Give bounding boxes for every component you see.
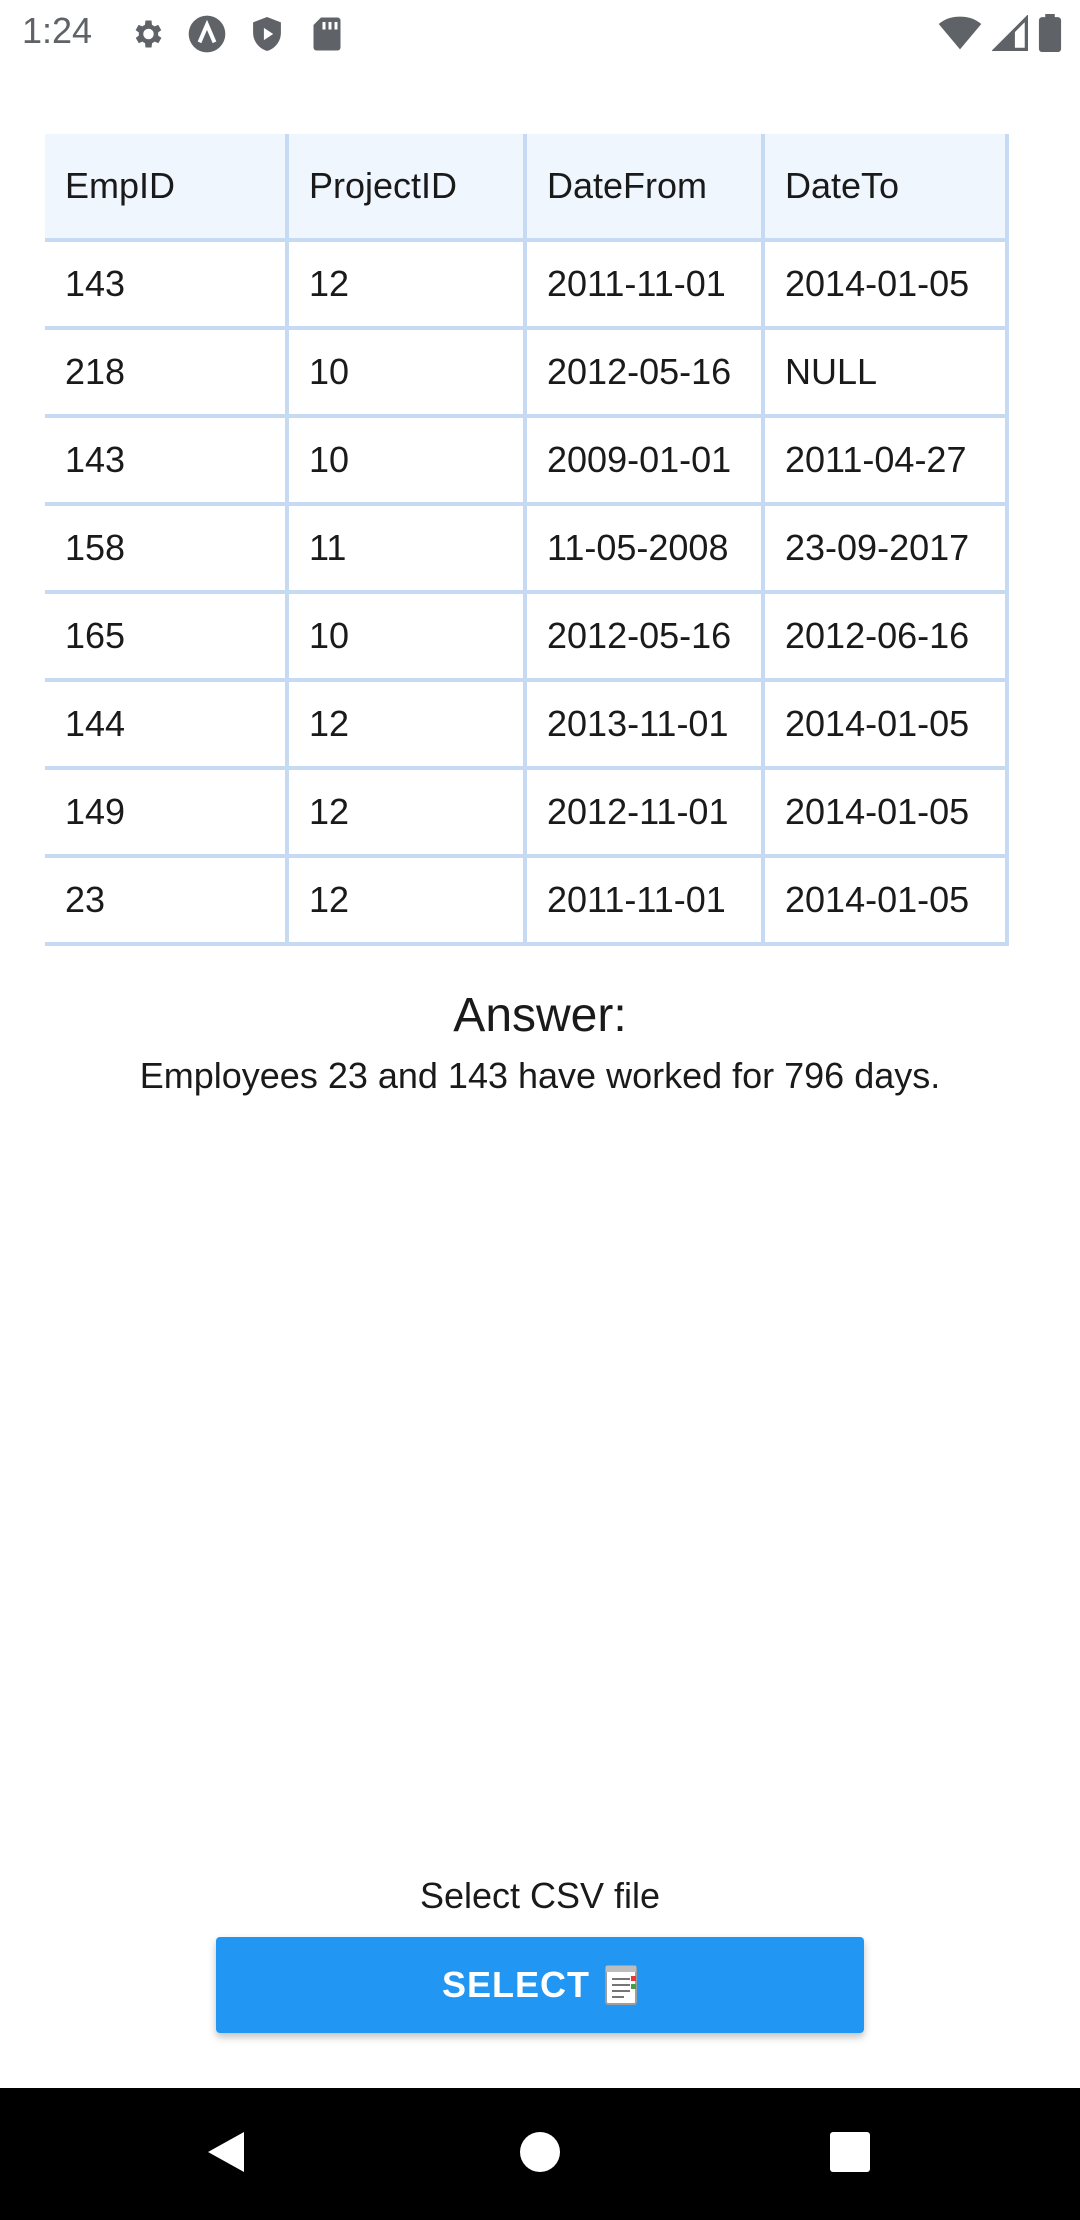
cell-projectid: 11 xyxy=(289,506,523,590)
cell-projectid: 10 xyxy=(289,330,523,414)
header-projectid: ProjectID xyxy=(289,134,523,238)
back-icon xyxy=(204,2128,248,2181)
nav-back-button[interactable] xyxy=(166,2088,286,2220)
nav-home-button[interactable] xyxy=(480,2088,600,2220)
nav-recents-button[interactable] xyxy=(790,2088,910,2220)
cell-dateto: NULL xyxy=(765,330,1005,414)
battery-icon xyxy=(1038,14,1062,57)
employee-projects-table-container[interactable]: EmpID ProjectID DateFrom DateTo 143 12 2… xyxy=(45,134,1035,980)
cell-dateto: 2012-06-16 xyxy=(765,594,1005,678)
status-icons-left xyxy=(126,13,348,55)
select-csv-label: Select CSV file xyxy=(419,1875,661,1916)
cell-datefrom: 2012-11-01 xyxy=(527,770,761,854)
cell-dateto: 23-09-2017 xyxy=(765,506,1005,590)
cell-projectid: 12 xyxy=(289,682,523,766)
app-a-icon xyxy=(186,13,228,55)
answer-text: Employees 23 and 143 have worked for 796… xyxy=(139,1055,941,1096)
cell-dateto: 2014-01-05 xyxy=(765,858,1005,942)
settings-gear-icon xyxy=(126,13,168,55)
home-icon xyxy=(518,2130,562,2179)
header-dateto: DateTo xyxy=(765,134,1005,238)
cell-datefrom: 2012-05-16 xyxy=(527,330,761,414)
cell-empid: 158 xyxy=(45,506,285,590)
cell-empid: 218 xyxy=(45,330,285,414)
table-row: 165 10 2012-05-16 2012-06-16 xyxy=(45,594,1005,678)
header-empid: EmpID xyxy=(45,134,285,238)
cell-empid: 143 xyxy=(45,418,285,502)
table-row: 143 12 2011-11-01 2014-01-05 xyxy=(45,242,1005,326)
cell-dateto: 2014-01-05 xyxy=(765,242,1005,326)
cell-empid: 144 xyxy=(45,682,285,766)
table-row: 158 11 11-05-2008 23-09-2017 xyxy=(45,506,1005,590)
document-icon xyxy=(604,1964,638,2006)
table-row: 218 10 2012-05-16 NULL xyxy=(45,330,1005,414)
recents-icon xyxy=(829,2131,871,2178)
cell-datefrom: 2009-01-01 xyxy=(527,418,761,502)
navigation-bar xyxy=(0,2088,1080,2220)
select-button-label: SELECT xyxy=(441,1964,590,2005)
select-csv-button[interactable]: SELECT xyxy=(216,1937,864,2033)
employee-projects-table: EmpID ProjectID DateFrom DateTo 143 12 2… xyxy=(45,134,1009,946)
cell-empid: 165 xyxy=(45,594,285,678)
cell-projectid: 12 xyxy=(289,242,523,326)
wifi-icon xyxy=(938,15,982,56)
status-bar: 1:24 xyxy=(0,0,1080,66)
cell-dateto: 2014-01-05 xyxy=(765,770,1005,854)
cell-dateto: 2011-04-27 xyxy=(765,418,1005,502)
table-row: 144 12 2013-11-01 2014-01-05 xyxy=(45,682,1005,766)
cell-empid: 23 xyxy=(45,858,285,942)
cell-empid: 143 xyxy=(45,242,285,326)
cell-dateto: 2014-01-05 xyxy=(765,682,1005,766)
cell-datefrom: 2011-11-01 xyxy=(527,858,761,942)
cell-datefrom: 2012-05-16 xyxy=(527,594,761,678)
table-row: 143 10 2009-01-01 2011-04-27 xyxy=(45,418,1005,502)
cell-datefrom: 2011-11-01 xyxy=(527,242,761,326)
sd-card-icon xyxy=(306,13,348,55)
cell-projectid: 10 xyxy=(289,594,523,678)
cell-projectid: 12 xyxy=(289,770,523,854)
cell-signal-icon xyxy=(991,14,1028,56)
answer-heading: Answer: xyxy=(453,989,627,1042)
cell-projectid: 12 xyxy=(289,858,523,942)
status-time: 1:24 xyxy=(22,10,93,51)
cell-projectid: 10 xyxy=(289,418,523,502)
shield-play-icon xyxy=(246,13,288,55)
cell-empid: 149 xyxy=(45,770,285,854)
table-row: 23 12 2011-11-01 2014-01-05 xyxy=(45,858,1005,942)
cell-datefrom: 11-05-2008 xyxy=(527,506,761,590)
status-icons-right xyxy=(938,14,1062,57)
header-datefrom: DateFrom xyxy=(527,134,761,238)
table-header-row: EmpID ProjectID DateFrom DateTo xyxy=(45,134,1005,238)
table-row: 149 12 2012-11-01 2014-01-05 xyxy=(45,770,1005,854)
cell-datefrom: 2013-11-01 xyxy=(527,682,761,766)
